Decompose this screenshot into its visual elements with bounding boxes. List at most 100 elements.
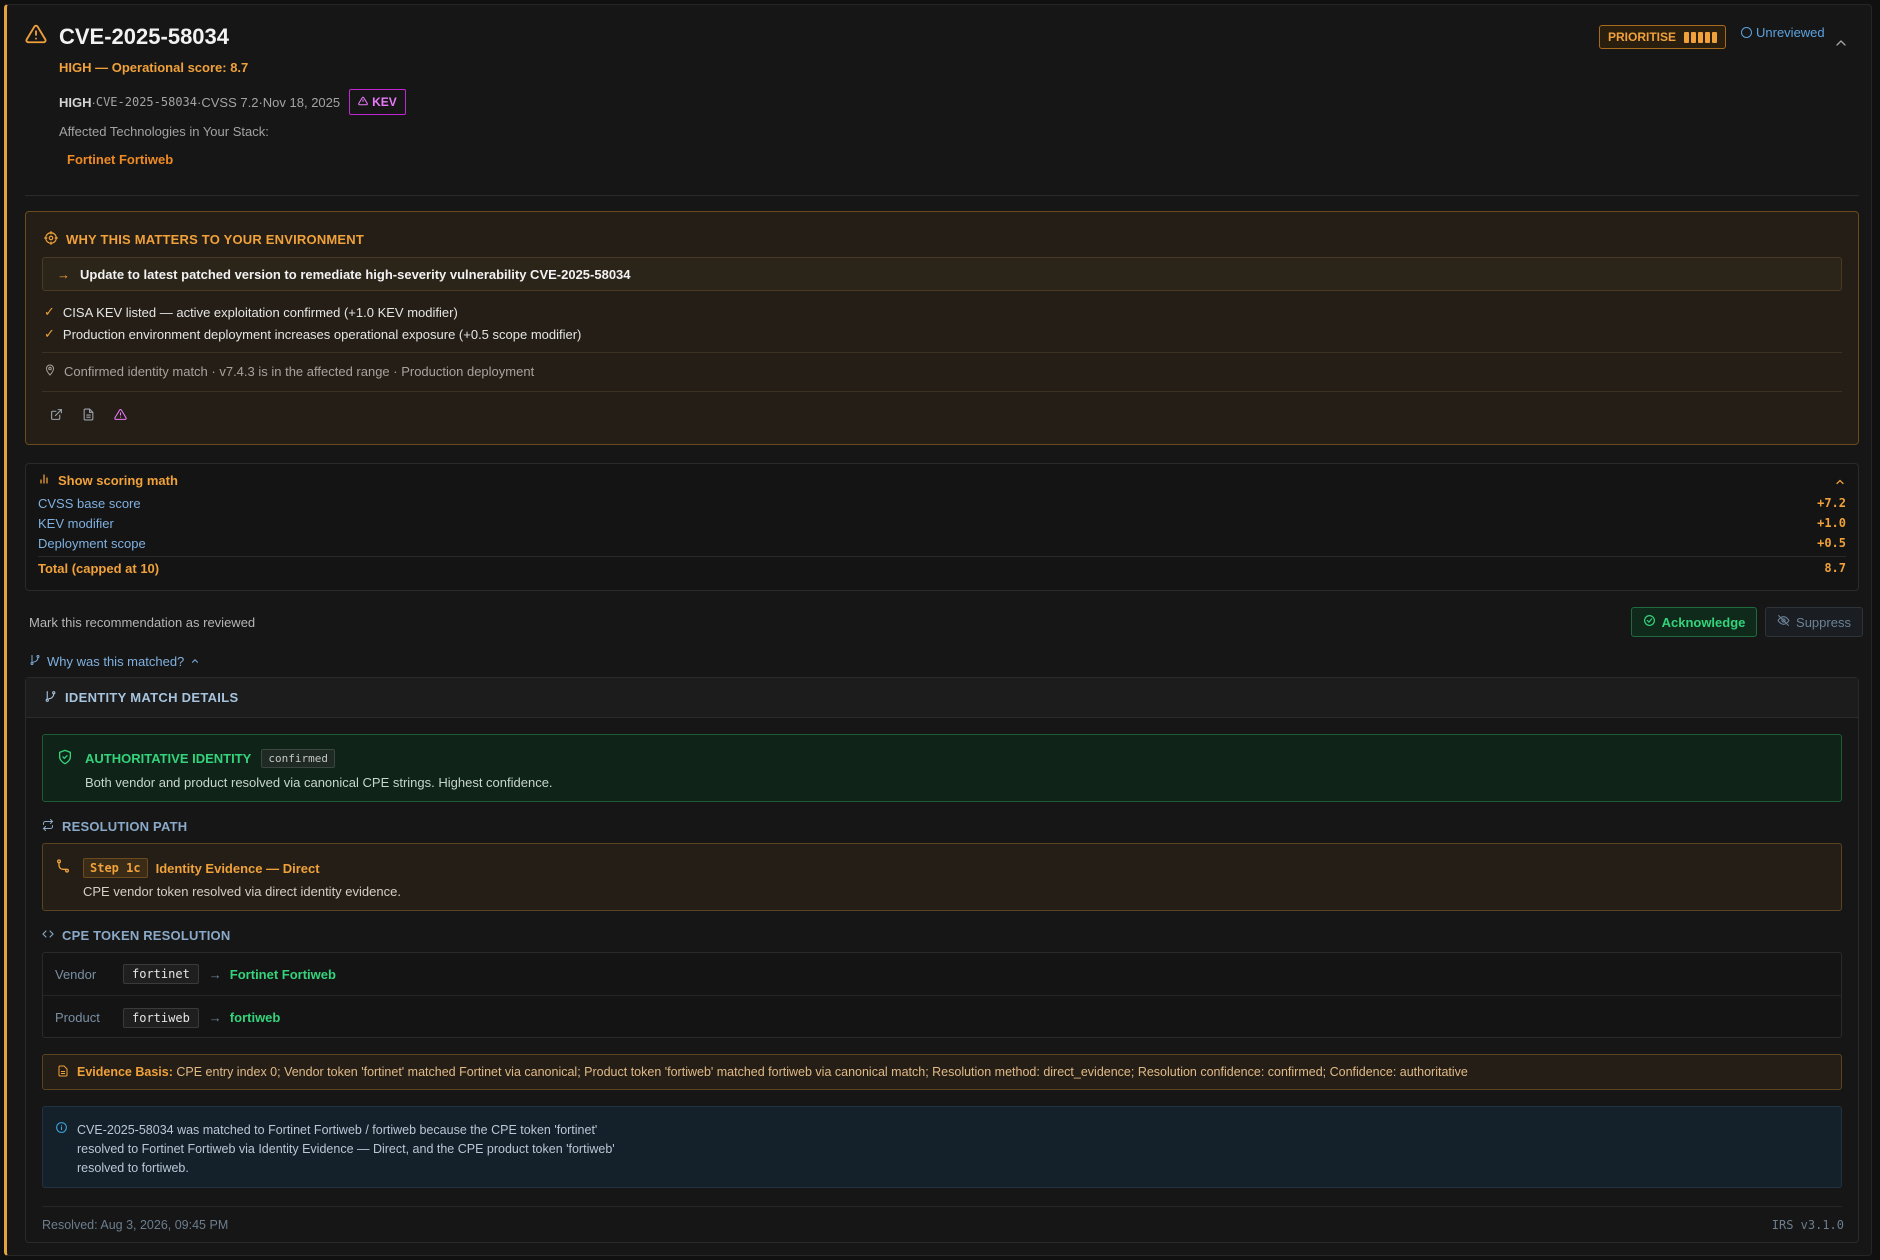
reason-text: Production environment deployment increa… — [62, 326, 582, 342]
cpe-token-table: Vendor fortinet → Fortinet Fortiweb Prod… — [42, 952, 1842, 1038]
step-header: Step 1c Identity Evidence — Direct — [83, 858, 320, 878]
identity-match-header: IDENTITY MATCH DETAILS — [26, 678, 1858, 718]
meta-date: Nov 18, 2025 — [262, 94, 341, 110]
recommendation-bar: → Update to latest patched version to re… — [42, 257, 1842, 291]
kev-warning-icon — [358, 95, 368, 109]
score-label: CVSS base score — [38, 496, 141, 511]
priority-level-bars — [1684, 31, 1718, 43]
suppress-label: Suppress — [1796, 614, 1851, 630]
bar-chart-icon — [38, 473, 50, 488]
kev-alert-icon[interactable] — [114, 408, 128, 422]
recommendation-text: Update to latest patched version to reme… — [80, 266, 631, 282]
severity-score-line: HIGH — Operational score: 8.7 — [59, 60, 249, 75]
cpe-row-product: Product fortiweb → fortiweb — [43, 996, 1841, 1039]
kev-label: KEV — [372, 95, 397, 109]
irs-version: IRS v3.1.0 — [1771, 1218, 1844, 1232]
score-row: KEV modifier +1.0 — [38, 516, 1846, 531]
cve-title: CVE-2025-58034 — [59, 24, 230, 49]
evidence-basis: Evidence Basis: CPE entry index 0; Vendo… — [42, 1054, 1842, 1090]
why-matters-title-text: WHY THIS MATTERS TO YOUR ENVIRONMENT — [66, 232, 365, 247]
reason-item: ✓ Production environment deployment incr… — [44, 326, 581, 342]
arrow-right-icon: → — [208, 1010, 222, 1025]
auth-title-text: AUTHORITATIVE IDENTITY — [85, 751, 252, 766]
evidence-text: Evidence Basis: CPE entry index 0; Vendo… — [77, 1065, 1468, 1079]
confirmed-tag: confirmed — [261, 749, 335, 768]
cpe-token-resolution-text: CPE TOKEN RESOLUTION — [62, 928, 231, 943]
step-tag: Step 1c — [83, 858, 148, 878]
score-divider — [38, 556, 1846, 557]
why-actions — [50, 408, 128, 422]
scoring-math-panel: Show scoring math CVSS base score +7.2 K… — [25, 463, 1859, 591]
score-value: +0.5 — [1817, 536, 1846, 550]
priority-badge: PRIORITISE — [1599, 25, 1727, 49]
score-total-value: 8.7 — [1824, 561, 1846, 575]
show-scoring-math-toggle[interactable]: Show scoring math — [38, 473, 178, 488]
suppress-button[interactable]: Suppress — [1765, 607, 1863, 637]
git-branch-icon — [44, 690, 57, 706]
cpe-token: fortiweb — [123, 1007, 199, 1028]
step-description: CPE vendor token resolved via direct ide… — [83, 884, 401, 899]
score-value: +1.0 — [1817, 516, 1846, 530]
collapse-card-chevron-up-icon[interactable] — [1833, 35, 1849, 51]
review-prompt: Mark this recommendation as reviewed — [29, 615, 256, 630]
cpe-row-vendor: Vendor fortinet → Fortinet Fortiweb — [43, 953, 1841, 996]
affected-technology[interactable]: Fortinet Fortiweb — [67, 152, 173, 167]
reason-text: CISA KEV listed — active exploitation co… — [62, 304, 458, 320]
review-status: Unreviewed — [1741, 25, 1825, 40]
circle-icon — [1741, 27, 1752, 38]
external-link-icon[interactable] — [50, 408, 64, 422]
authoritative-identity-box: AUTHORITATIVE IDENTITY confirmed Both ve… — [42, 734, 1842, 802]
warning-icon — [25, 23, 47, 45]
eye-off-icon — [1777, 614, 1790, 630]
why-matters-panel: WHY THIS MATTERS TO YOUR ENVIRONMENT → U… — [25, 211, 1859, 445]
cpe-key: Product — [55, 1010, 100, 1025]
meta-severity: HIGH — [59, 94, 92, 110]
cve-meta-line: HIGH · CVE-2025-58034 · CVSS 7.2 · Nov 1… — [59, 89, 406, 115]
meta-cve-id: CVE-2025-58034 — [95, 95, 197, 109]
priority-label: PRIORITISE — [1608, 30, 1677, 44]
meta-cvss: CVSS 7.2 — [201, 94, 259, 110]
resolution-path-text: RESOLUTION PATH — [62, 819, 188, 834]
identity-match-details: IDENTITY MATCH DETAILS AUTHORITATIVE IDE… — [25, 677, 1859, 1243]
chevron-up-icon[interactable] — [1834, 476, 1846, 488]
code-icon — [42, 928, 54, 943]
resolution-step-box: Step 1c Identity Evidence — Direct CPE v… — [42, 843, 1842, 911]
evidence-body: CPE entry index 0; Vendor token 'fortine… — [176, 1065, 1468, 1079]
step-title: Identity Evidence — Direct — [155, 860, 320, 876]
why-matched-toggle[interactable]: Why was this matched? — [29, 654, 200, 669]
match-explanation-text: CVE-2025-58034 was matched to Fortinet F… — [77, 1123, 615, 1175]
review-status-label: Unreviewed — [1756, 25, 1825, 40]
evidence-label: Evidence Basis: — [77, 1065, 173, 1079]
score-row: Deployment scope +0.5 — [38, 536, 1846, 551]
document-icon[interactable] — [82, 408, 96, 422]
cpe-resolved: fortiweb — [229, 1010, 281, 1025]
target-icon — [44, 231, 59, 248]
info-icon — [55, 1121, 69, 1135]
score-total-label: Total (capped at 10) — [38, 561, 160, 576]
header-divider — [25, 195, 1859, 196]
map-pin-icon — [44, 364, 56, 379]
identity-summary-line: Confirmed identity match · v7.4.3 is in … — [44, 364, 534, 379]
affected-technologies-label: Affected Technologies in Your Stack: — [59, 124, 269, 139]
chevron-up-icon — [190, 654, 200, 669]
resolution-path-label: RESOLUTION PATH — [42, 819, 187, 834]
cve-card: CVE-2025-58034 HIGH — Operational score:… — [4, 4, 1872, 1256]
score-total-row: Total (capped at 10) 8.7 — [38, 561, 1846, 576]
check-icon: ✓ — [44, 326, 55, 341]
acknowledge-button[interactable]: Acknowledge — [1631, 607, 1757, 637]
step-path-icon — [55, 858, 71, 874]
reason-item: ✓ CISA KEV listed — active exploitation … — [44, 304, 458, 320]
check-circle-icon — [1643, 614, 1656, 630]
git-branch-icon — [29, 654, 41, 669]
score-row: CVSS base score +7.2 — [38, 496, 1846, 511]
arrow-right-icon: → — [57, 266, 70, 282]
cpe-token-resolution-label: CPE TOKEN RESOLUTION — [42, 928, 230, 943]
identity-match-title: IDENTITY MATCH DETAILS — [65, 690, 239, 705]
cpe-resolved: Fortinet Fortiweb — [229, 966, 336, 982]
authoritative-identity-desc: Both vendor and product resolved via can… — [85, 775, 553, 790]
why-matters-title: WHY THIS MATTERS TO YOUR ENVIRONMENT — [44, 231, 364, 248]
match-explanation-box: CVE-2025-58034 was matched to Fortinet F… — [42, 1106, 1842, 1188]
identity-summary-text: Confirmed identity match · v7.4.3 is in … — [64, 364, 535, 379]
cpe-token: fortinet — [123, 964, 199, 984]
authoritative-identity-title: AUTHORITATIVE IDENTITY confirmed — [85, 749, 335, 768]
